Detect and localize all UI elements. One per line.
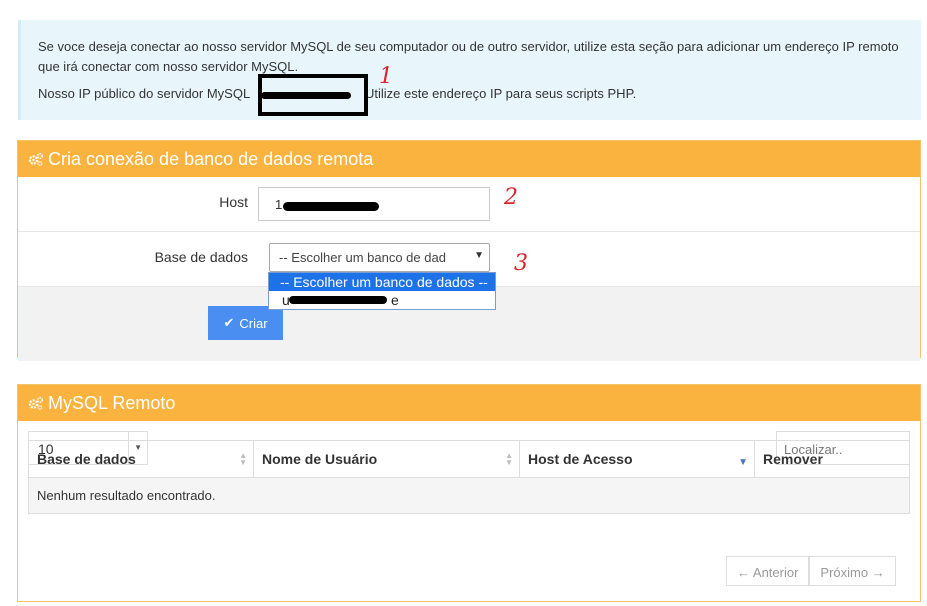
annotation-box	[258, 74, 368, 116]
annotation-2: 2	[504, 185, 518, 210]
create-connection-panel: Cria conexão de banco de dados remota Ho…	[17, 140, 921, 361]
database-option-user-tail: e	[391, 292, 399, 308]
info-ip-prefix: Nosso IP público do servidor MySQL	[38, 86, 250, 101]
host-value: 1	[275, 197, 283, 212]
column-header-access-host[interactable]: Host de Acesso ▼	[519, 440, 755, 478]
create-button[interactable]: ✔ Criar	[208, 306, 283, 340]
info-text-remote: Se voce deseja conectar ao nosso servido…	[38, 39, 899, 74]
sort-desc-icon: ▼	[738, 457, 748, 468]
column-header-database[interactable]: Base de dados ▲ ▼	[28, 440, 254, 478]
database-option-choose[interactable]: -- Escolher um banco de dados --	[269, 273, 495, 291]
info-text-ip: Nosso IP público do servidor MySQL Utili…	[38, 84, 903, 104]
create-connection-header: Cria conexão de banco de dados remota	[18, 141, 920, 177]
remote-mysql-header: MySQL Remoto	[18, 385, 920, 421]
sort-icon: ▲ ▼	[239, 451, 247, 467]
remote-mysql-panel: MySQL Remoto 10 ▼ Localizar.. Base de da…	[17, 384, 921, 602]
annotation-1: 1	[379, 64, 393, 89]
info-ip-suffix: Utilize este endereço IP para seus scrip…	[364, 86, 637, 101]
check-icon: ✔	[223, 315, 235, 330]
table-row: Nenhum resultado encontrado.	[28, 477, 910, 514]
column-header-username[interactable]: Nome de Usuário ▲ ▼	[253, 440, 520, 478]
database-option-user[interactable]: u e	[269, 291, 495, 309]
annotation-3: 3	[514, 251, 528, 276]
empty-message: Nenhum resultado encontrado.	[28, 477, 910, 514]
host-input[interactable]: 1	[258, 187, 490, 221]
create-connection-title: Cria conexão de banco de dados remota	[48, 148, 374, 169]
host-label: Host	[219, 194, 248, 210]
create-button-label: Criar	[239, 315, 268, 331]
remote-mysql-title: MySQL Remoto	[48, 392, 176, 413]
database-dropdown-list: -- Escolher um banco de dados -- u e	[268, 272, 496, 310]
redacted-host	[283, 202, 379, 211]
column-header-remove: Remover	[754, 440, 910, 478]
sort-icon: ▲ ▼	[505, 451, 513, 467]
gears-icon	[28, 395, 44, 411]
database-select[interactable]: -- Escolher um banco de dad ▼	[269, 243, 490, 272]
host-row: Host 1 2	[18, 177, 920, 232]
next-page-button[interactable]: Próximo →	[809, 556, 896, 586]
caret-down-icon: ▼	[474, 250, 484, 261]
remote-mysql-table: Base de dados ▲ ▼ Nome de Usuário ▲ ▼ Host…	[28, 440, 910, 514]
prev-page-button[interactable]: ← Anterior	[726, 556, 810, 586]
pagination: ← Anterior Próximo →	[726, 556, 896, 586]
info-alert: Se voce deseja conectar ao nosso servido…	[18, 20, 921, 120]
database-select-value: -- Escolher um banco de dad	[279, 250, 446, 265]
database-label: Base de dados	[154, 249, 248, 265]
gears-icon	[28, 151, 44, 167]
